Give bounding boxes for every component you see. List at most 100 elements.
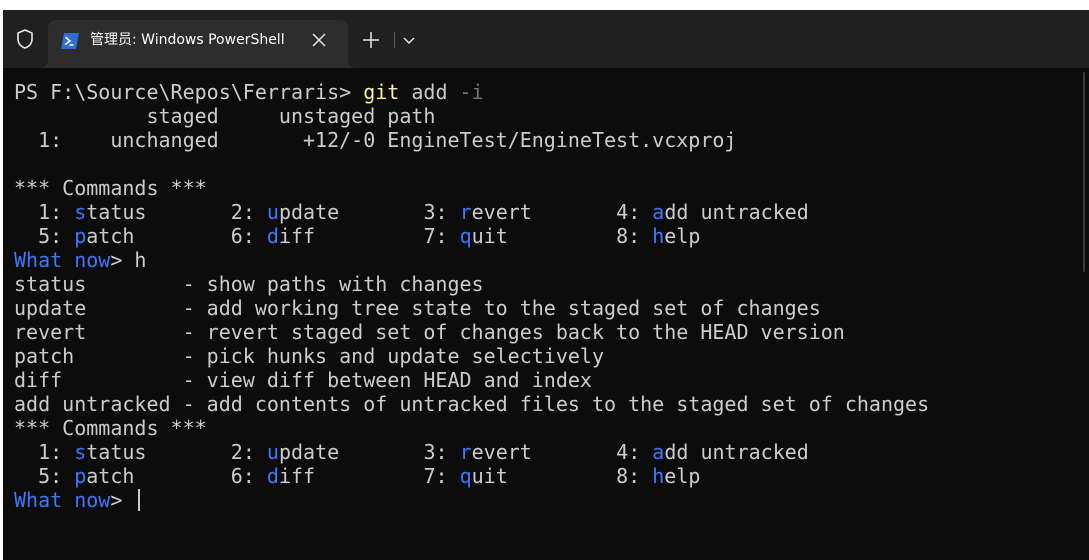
menu-hotkey: u (266, 440, 279, 464)
command-name: git (363, 80, 400, 104)
command-flag: -i (459, 80, 484, 104)
menu-hotkey: h (652, 464, 665, 488)
menu-hotkey: s (74, 440, 87, 464)
menu-hotkey: d (266, 464, 279, 488)
menu-label: tatus (86, 440, 147, 464)
menu-row-2: 5: patch 6: diff 7: quit 8: help (14, 464, 700, 488)
tab-corner-right (348, 60, 356, 68)
menu-hotkey: s (74, 200, 87, 224)
menu-hotkey: r (459, 440, 472, 464)
menu-label: tatus (86, 200, 147, 224)
menu-label: dd untracked (664, 440, 809, 464)
title-bar[interactable]: 管理员: Windows PowerShell (3, 10, 1089, 68)
menu-pad (508, 224, 616, 248)
powershell-icon (60, 32, 80, 50)
help-line: patch - pick hunks and update selectivel… (14, 344, 605, 368)
prompt-suffix: > (110, 488, 135, 512)
menu-label: dd untracked (664, 200, 809, 224)
menu-pad (532, 440, 616, 464)
help-line: diff - view diff between HEAD and index (14, 368, 592, 392)
menu-hotkey: q (459, 464, 472, 488)
terminal-output[interactable]: PS F:\Source\Repos\Ferraris> git add -i … (3, 68, 1089, 560)
menu-number: 7: (423, 224, 460, 248)
menu-number: 5: (14, 464, 75, 488)
desktop-strip (0, 0, 1089, 10)
tab-powershell[interactable]: 管理员: Windows PowerShell (40, 20, 356, 68)
menu-number: 8: (616, 224, 653, 248)
menu-pad (339, 200, 423, 224)
what-now-prompt: What now> h (14, 248, 146, 272)
menu-pad (315, 464, 423, 488)
help-line: status - show paths with changes (14, 272, 484, 296)
menu-hotkey: r (459, 200, 472, 224)
menu-number: 4: (616, 200, 653, 224)
menu-label: pdate (278, 200, 340, 224)
menu-label: evert (471, 200, 532, 224)
menu-number: 8: (616, 464, 653, 488)
menu-label: elp (664, 464, 701, 488)
menu-number: 3: (423, 200, 460, 224)
text-cursor (138, 489, 141, 511)
menu-number: 5: (14, 224, 75, 248)
menu-label: uit (471, 224, 508, 248)
status-row: 1: unchanged +12/-0 EngineTest/EngineTes… (14, 128, 737, 152)
menu-hotkey: d (266, 224, 279, 248)
menu-pad (508, 464, 616, 488)
shield-icon[interactable] (13, 27, 37, 51)
menu-label: evert (471, 440, 532, 464)
menu-pad (134, 464, 230, 488)
close-icon[interactable] (310, 31, 328, 49)
menu-pad (134, 224, 230, 248)
menu-label: elp (664, 224, 701, 248)
menu-number: 4: (616, 440, 653, 464)
tab-title: 管理员: Windows PowerShell (90, 32, 285, 48)
menu-hotkey: p (74, 224, 87, 248)
menu-row-2: 5: patch 6: diff 7: quit 8: help (14, 224, 700, 248)
plus-icon[interactable] (360, 29, 382, 51)
menu-label: pdate (278, 440, 340, 464)
menu-row-1: 1: status 2: update 3: revert 4: add unt… (14, 200, 809, 224)
menu-number: 2: (230, 440, 267, 464)
menu-label: iff (278, 224, 316, 248)
command-line: PS F:\Source\Repos\Ferraris> git add -i (14, 80, 484, 104)
vertical-scrollbar[interactable] (1080, 68, 1089, 560)
user-input: h (134, 248, 147, 272)
menu-label: uit (471, 464, 508, 488)
menu-label: atch (86, 224, 135, 248)
what-now-label: What now (14, 248, 111, 272)
chevron-down-icon[interactable] (401, 32, 417, 48)
help-line: revert - revert staged set of changes ba… (14, 320, 845, 344)
prompt-suffix: > (110, 248, 135, 272)
menu-hotkey: h (652, 224, 665, 248)
commands-header: *** Commands *** (14, 176, 207, 200)
menu-number: 7: (423, 464, 460, 488)
what-now-prompt[interactable]: What now> (14, 488, 141, 512)
menu-pad (339, 440, 423, 464)
menu-hotkey: q (459, 224, 472, 248)
command-args: add (399, 80, 460, 104)
menu-number: 6: (230, 464, 267, 488)
tab-corner-left (40, 60, 48, 68)
commands-header: *** Commands *** (14, 416, 207, 440)
menu-row-1: 1: status 2: update 3: revert 4: add unt… (14, 440, 809, 464)
menu-hotkey: a (652, 440, 665, 464)
menu-hotkey: p (74, 464, 87, 488)
tab-separator (394, 32, 395, 48)
what-now-label: What now (14, 488, 111, 512)
menu-number: 1: (14, 440, 75, 464)
menu-label: iff (278, 464, 316, 488)
menu-number: 6: (230, 224, 267, 248)
menu-hotkey: a (652, 200, 665, 224)
menu-number: 1: (14, 200, 75, 224)
menu-pad (532, 200, 616, 224)
terminal-window: 管理员: Windows PowerShell PS F:\Source\Rep… (3, 10, 1089, 560)
shell-prompt: PS F:\Source\Repos\Ferraris> (14, 80, 364, 104)
help-line: add untracked - add contents of untracke… (14, 392, 930, 416)
menu-hotkey: u (266, 200, 279, 224)
menu-pad (315, 224, 423, 248)
menu-pad (146, 440, 230, 464)
menu-number: 3: (423, 440, 460, 464)
menu-number: 2: (230, 200, 267, 224)
status-header: staged unstaged path (14, 104, 436, 128)
menu-label: atch (86, 464, 135, 488)
